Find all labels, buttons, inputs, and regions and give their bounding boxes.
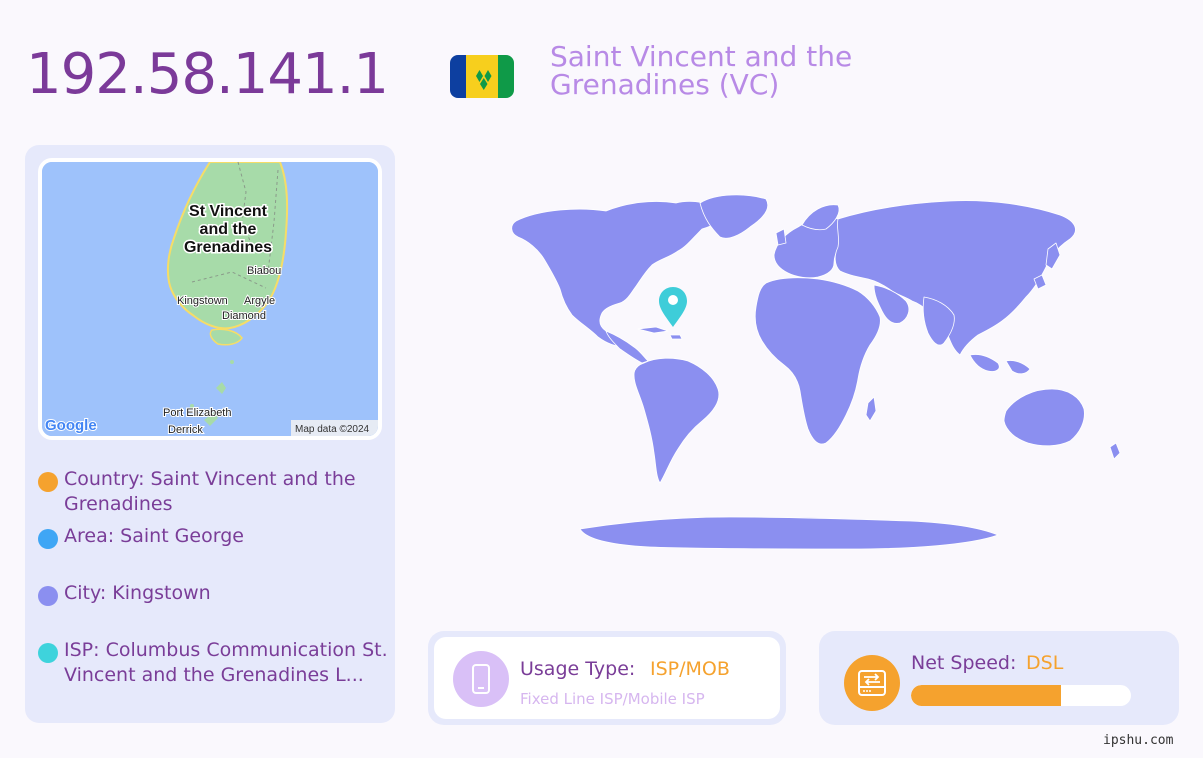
info-row-city: City: Kingstown: [38, 581, 388, 606]
usage-type-value: ISP/MOB: [650, 658, 730, 680]
usage-type-card: Usage Type: ISP/MOB Fixed Line ISP/Mobil…: [428, 631, 786, 725]
net-speed-card: Net Speed: DSL: [819, 631, 1179, 725]
net-speed-bar-fill: [911, 685, 1061, 706]
net-speed-label: Net Speed:: [911, 652, 1017, 674]
net-speed-value: DSL: [1026, 652, 1064, 674]
world-map: [430, 185, 1150, 555]
country-dot-icon: [38, 472, 58, 492]
map-label-island-line3: Grenadines: [184, 239, 272, 256]
net-speed-bar: [911, 685, 1131, 706]
info-row-country: Country: Saint Vincent and the Grenadine…: [38, 467, 388, 517]
usage-type-label: Usage Type:: [520, 658, 636, 680]
mobile-phone-icon: [453, 651, 509, 707]
info-row-isp: ISP: Columbus Communication St. Vincent …: [38, 638, 388, 688]
country-title: Saint Vincent and the Grenadines (VC): [550, 40, 853, 101]
location-card: St Vincent and the Grenadines Biabou Kin…: [25, 145, 395, 723]
info-isp: ISP: Columbus Communication St. Vincent …: [64, 639, 388, 686]
info-city: City: Kingstown: [64, 582, 211, 604]
google-logo: Google: [45, 417, 97, 434]
map-label-diamond: Diamond: [222, 310, 266, 322]
ip-address-title: 192.58.141.1: [26, 42, 389, 107]
country-flag: [450, 55, 514, 98]
usage-type-description: Fixed Line ISP/Mobile ISP: [520, 690, 705, 708]
local-map[interactable]: St Vincent and the Grenadines Biabou Kin…: [38, 158, 382, 440]
map-pin-icon: [659, 287, 687, 327]
map-attribution: Map data ©2024: [295, 424, 370, 435]
network-device-icon: [844, 655, 900, 711]
info-country: Country: Saint Vincent and the Grenadine…: [64, 468, 356, 515]
city-dot-icon: [38, 586, 58, 606]
map-label-island-line2: and the: [200, 221, 257, 238]
isp-dot-icon: [38, 643, 58, 663]
map-label-island-line1: St Vincent: [189, 203, 268, 220]
info-area: Area: Saint George: [64, 525, 244, 547]
site-watermark: ipshu.com: [1103, 733, 1174, 748]
map-label-port-elizabeth: Port Elizabeth: [163, 407, 231, 419]
map-label-biabou: Biabou: [247, 265, 281, 277]
info-row-area: Area: Saint George: [38, 524, 388, 549]
area-dot-icon: [38, 529, 58, 549]
map-label-derrick: Derrick: [168, 424, 203, 436]
map-label-kingstown: Kingstown: [177, 295, 228, 307]
map-label-argyle: Argyle: [244, 295, 275, 307]
usage-type-inner: Usage Type: ISP/MOB Fixed Line ISP/Mobil…: [434, 637, 780, 719]
